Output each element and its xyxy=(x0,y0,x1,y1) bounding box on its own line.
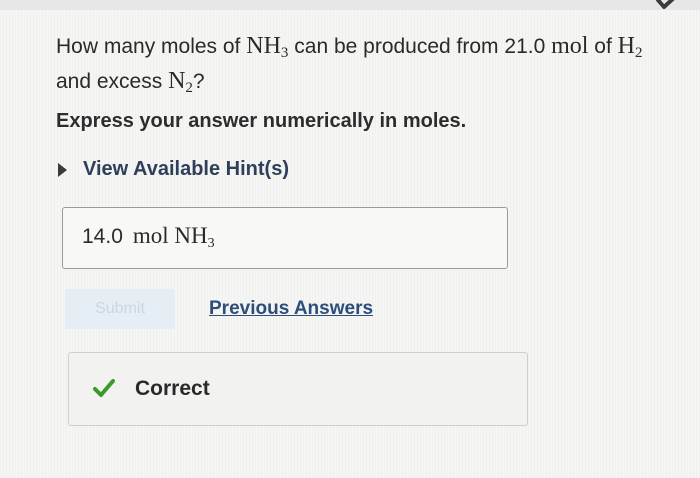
question-prefix: How many moles of xyxy=(56,35,241,58)
feedback-box: Correct xyxy=(68,352,528,426)
question-line2-suffix: ? xyxy=(192,70,205,93)
caret-right-icon xyxy=(58,162,67,177)
view-hints-toggle[interactable]: View Available Hint(s) xyxy=(58,158,289,181)
answer-unit: mol NH3 xyxy=(132,223,215,251)
question-middle: can be produced from 21.0 xyxy=(294,35,546,58)
excess-formula: N2 xyxy=(168,68,193,96)
mol-unit: mol xyxy=(551,33,589,59)
submit-button[interactable]: Submit xyxy=(65,289,175,329)
answer-field[interactable]: 14.0 mol NH3 xyxy=(62,207,508,269)
check-icon xyxy=(656,0,675,9)
feedback-status: Correct xyxy=(135,377,210,400)
correct-check-icon xyxy=(93,379,115,397)
previous-answers-link[interactable]: Previous Answers xyxy=(209,298,373,320)
question-line2-prefix: and excess xyxy=(56,70,163,93)
question-of: of xyxy=(594,35,612,58)
top-strip xyxy=(0,0,700,10)
instruction-text: Express your answer numerically in moles… xyxy=(56,110,467,132)
product-formula: NH3 xyxy=(246,33,289,61)
problem-page: How many moles of NH3 can be produced fr… xyxy=(0,0,700,478)
reactant-formula: H2 xyxy=(617,33,643,61)
answer-value: 14.0 mol NH3 xyxy=(82,223,215,252)
hint-label: View Available Hint(s) xyxy=(83,158,289,180)
question-text: How many moles of NH3 can be produced fr… xyxy=(56,32,696,102)
answer-number: 14.0 xyxy=(82,225,123,248)
